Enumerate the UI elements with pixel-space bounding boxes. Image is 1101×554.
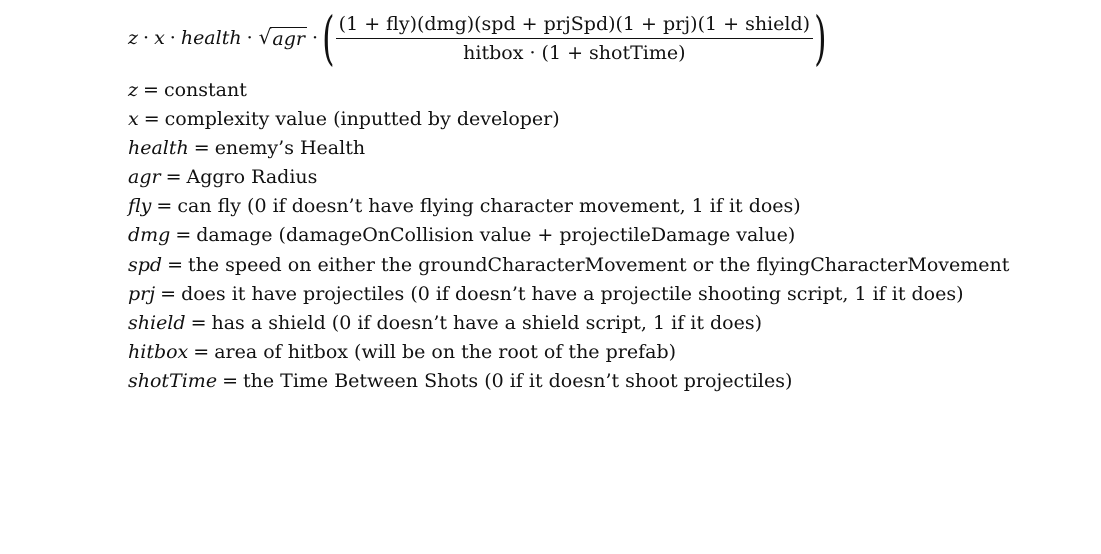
equals-sign: = xyxy=(193,137,210,160)
equals-sign: = xyxy=(156,195,173,218)
equals-sign: = xyxy=(190,311,207,334)
formula-dot: · xyxy=(143,27,150,49)
equals-sign: = xyxy=(167,253,183,276)
definition-symbol: prj xyxy=(128,282,156,305)
definition-text: has a shield (0 if doesn’t have a shield… xyxy=(211,311,763,334)
definition-symbol: health xyxy=(128,137,189,160)
formula-agr: agr xyxy=(270,26,307,50)
equals-sign: = xyxy=(193,340,210,363)
equals-sign: = xyxy=(165,166,182,189)
formula-z: z xyxy=(128,27,139,49)
definition-symbol: fly xyxy=(128,195,152,218)
equals-sign: = xyxy=(160,282,177,305)
definition-line: prj = does it have projectiles (0 if doesn… xyxy=(128,280,1088,309)
definition-line: shotTime = the Time Between Shots (0 if it… xyxy=(128,367,1088,396)
definition-symbol: x xyxy=(128,108,139,131)
definition-line: health = enemy’s Health xyxy=(128,134,1088,163)
right-paren: ) xyxy=(814,4,827,72)
equals-sign: = xyxy=(222,369,238,392)
definition-text: does it have projectiles (0 if doesn’t h… xyxy=(181,282,964,305)
document-page: z · x · health · √ agr · ( (1 + fly)(dmg… xyxy=(0,0,1101,554)
equals-sign: = xyxy=(143,108,160,131)
definition-text: the Time Between Shots (0 if it doesn’t … xyxy=(243,369,793,392)
definition-line: z = constant xyxy=(128,76,1088,105)
equals-sign: = xyxy=(143,79,159,101)
equals-sign: = xyxy=(175,224,192,247)
main-formula: z · x · health · √ agr · ( (1 + fly)(dmg… xyxy=(128,4,827,72)
formula-x: x xyxy=(154,27,165,49)
definition-text: damage (damageOnCollision value + projec… xyxy=(196,224,796,247)
definition-text: area of hitbox (will be on the root of t… xyxy=(214,340,677,363)
definition-line: spd = the speed on either the groundCharac… xyxy=(128,251,1088,280)
definition-symbol: agr xyxy=(128,166,161,189)
definition-text: the speed on either the groundCharacterM… xyxy=(188,253,1010,276)
formula-dot: · xyxy=(169,27,176,49)
left-paren: ( xyxy=(322,4,335,72)
fraction-denominator: hitbox · (1 + shotTime) xyxy=(463,41,686,64)
definition-line: shield = has a shield (0 if doesn’t have a… xyxy=(128,309,1088,338)
definition-symbol: spd xyxy=(128,253,163,276)
definition-text: Aggro Radius xyxy=(186,166,318,189)
fraction-numerator: (1 + fly)(dmg)(spd + prjSpd)(1 + prj)(1 … xyxy=(335,13,814,39)
fraction: (1 + fly)(dmg)(spd + prjSpd)(1 + prj)(1 … xyxy=(335,13,814,64)
formula-dot: · xyxy=(246,27,253,49)
definition-line: fly = can fly (0 if doesn’t have flying ch… xyxy=(128,192,1088,221)
definition-line: dmg = damage (damageOnCollision value + pr… xyxy=(128,221,1088,250)
definition-symbol: shield xyxy=(128,311,186,334)
definition-symbol: z xyxy=(128,79,139,101)
definition-text: constant xyxy=(163,79,247,101)
sqrt-expression: √ agr xyxy=(259,26,307,50)
definition-text: complexity value (inputted by developer) xyxy=(164,108,560,131)
definition-symbol: hitbox xyxy=(128,340,189,363)
definition-text: enemy’s Health xyxy=(214,137,366,160)
formula-dot: · xyxy=(311,27,319,49)
definition-symbol: dmg xyxy=(128,224,171,247)
definition-line: x = complexity value (inputted by develope… xyxy=(128,105,1088,134)
definition-line: agr = Aggro Radius xyxy=(128,163,1088,192)
definitions-list: z = constant x = complexity value (inputted … xyxy=(128,76,1088,396)
definition-text: can fly (0 if doesn’t have flying charac… xyxy=(177,195,801,218)
definition-symbol: shotTime xyxy=(128,369,218,392)
definition-line: hitbox = area of hitbox (will be on the ro… xyxy=(128,338,1088,367)
formula-health: health xyxy=(180,27,242,49)
